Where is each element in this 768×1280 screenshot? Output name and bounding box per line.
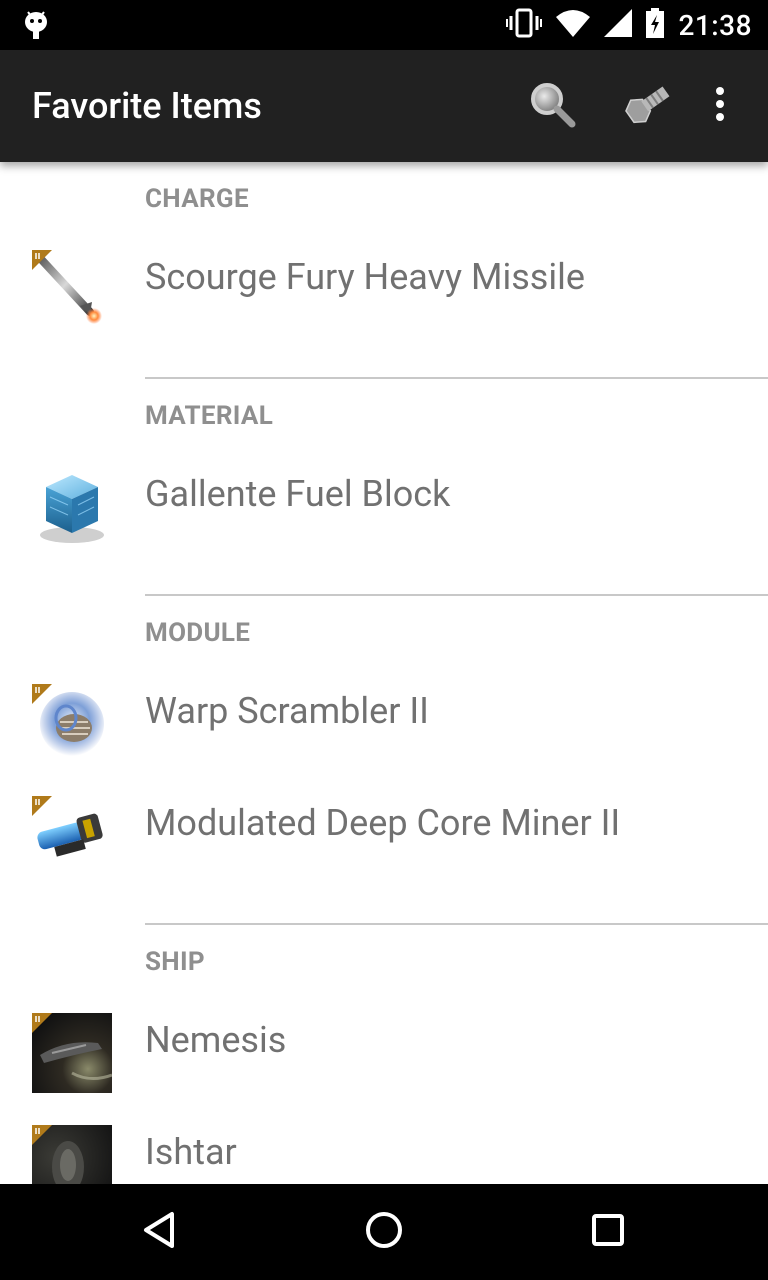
meta-level-icon [32, 1125, 52, 1149]
item-label: Warp Scrambler II [145, 690, 429, 732]
navigation-bar [0, 1184, 768, 1280]
section-header-material: MATERIAL [145, 401, 274, 431]
vibrate-icon [506, 8, 543, 42]
home-button[interactable] [356, 1204, 412, 1260]
fitting-icon [622, 81, 674, 131]
battery-charging-icon [646, 8, 665, 42]
back-button[interactable] [132, 1204, 188, 1260]
item-label: Nemesis [145, 1019, 287, 1061]
meta-level-icon [32, 250, 52, 274]
item-label: Gallente Fuel Block [145, 473, 451, 515]
warp-scrambler-icon [32, 684, 112, 764]
ship-nemesis-icon [32, 1013, 113, 1093]
wifi-icon [556, 9, 591, 41]
section-header-ship: SHIP [145, 947, 205, 977]
item-label: Modulated Deep Core Miner II [145, 802, 621, 844]
fuel-block-icon [32, 467, 112, 547]
item-label: Scourge Fury Heavy Missile [145, 256, 585, 298]
overflow-menu-icon [714, 86, 726, 126]
search-button[interactable] [524, 78, 580, 134]
recents-icon [588, 1210, 628, 1254]
app-bar: Favorite Items [0, 50, 768, 162]
back-icon [140, 1210, 180, 1254]
signal-icon [604, 9, 633, 41]
status-time: 21:38 [678, 8, 752, 42]
missile-icon [32, 250, 112, 330]
section-header-module: MODULE [145, 618, 251, 648]
meta-level-icon [32, 796, 52, 820]
fitting-button[interactable] [620, 78, 676, 134]
divider [145, 594, 768, 596]
overflow-menu-button[interactable] [692, 78, 748, 134]
favorites-list[interactable]: CHARGE Scourge Fury Heavy Missile MATERI… [0, 162, 768, 1184]
divider [145, 377, 768, 379]
search-icon [528, 80, 576, 132]
page-title: Favorite Items [32, 85, 262, 127]
android-debug-icon [22, 9, 50, 41]
section-header-charge: CHARGE [145, 184, 249, 214]
status-bar: 21:38 [0, 0, 768, 50]
deep-core-miner-icon [32, 796, 112, 876]
meta-level-icon [32, 1013, 52, 1037]
ship-ishtar-icon [32, 1125, 112, 1184]
item-label: Ishtar [145, 1131, 237, 1173]
divider [145, 923, 768, 925]
recents-button[interactable] [580, 1204, 636, 1260]
home-icon [364, 1210, 404, 1254]
meta-level-icon [32, 684, 52, 708]
